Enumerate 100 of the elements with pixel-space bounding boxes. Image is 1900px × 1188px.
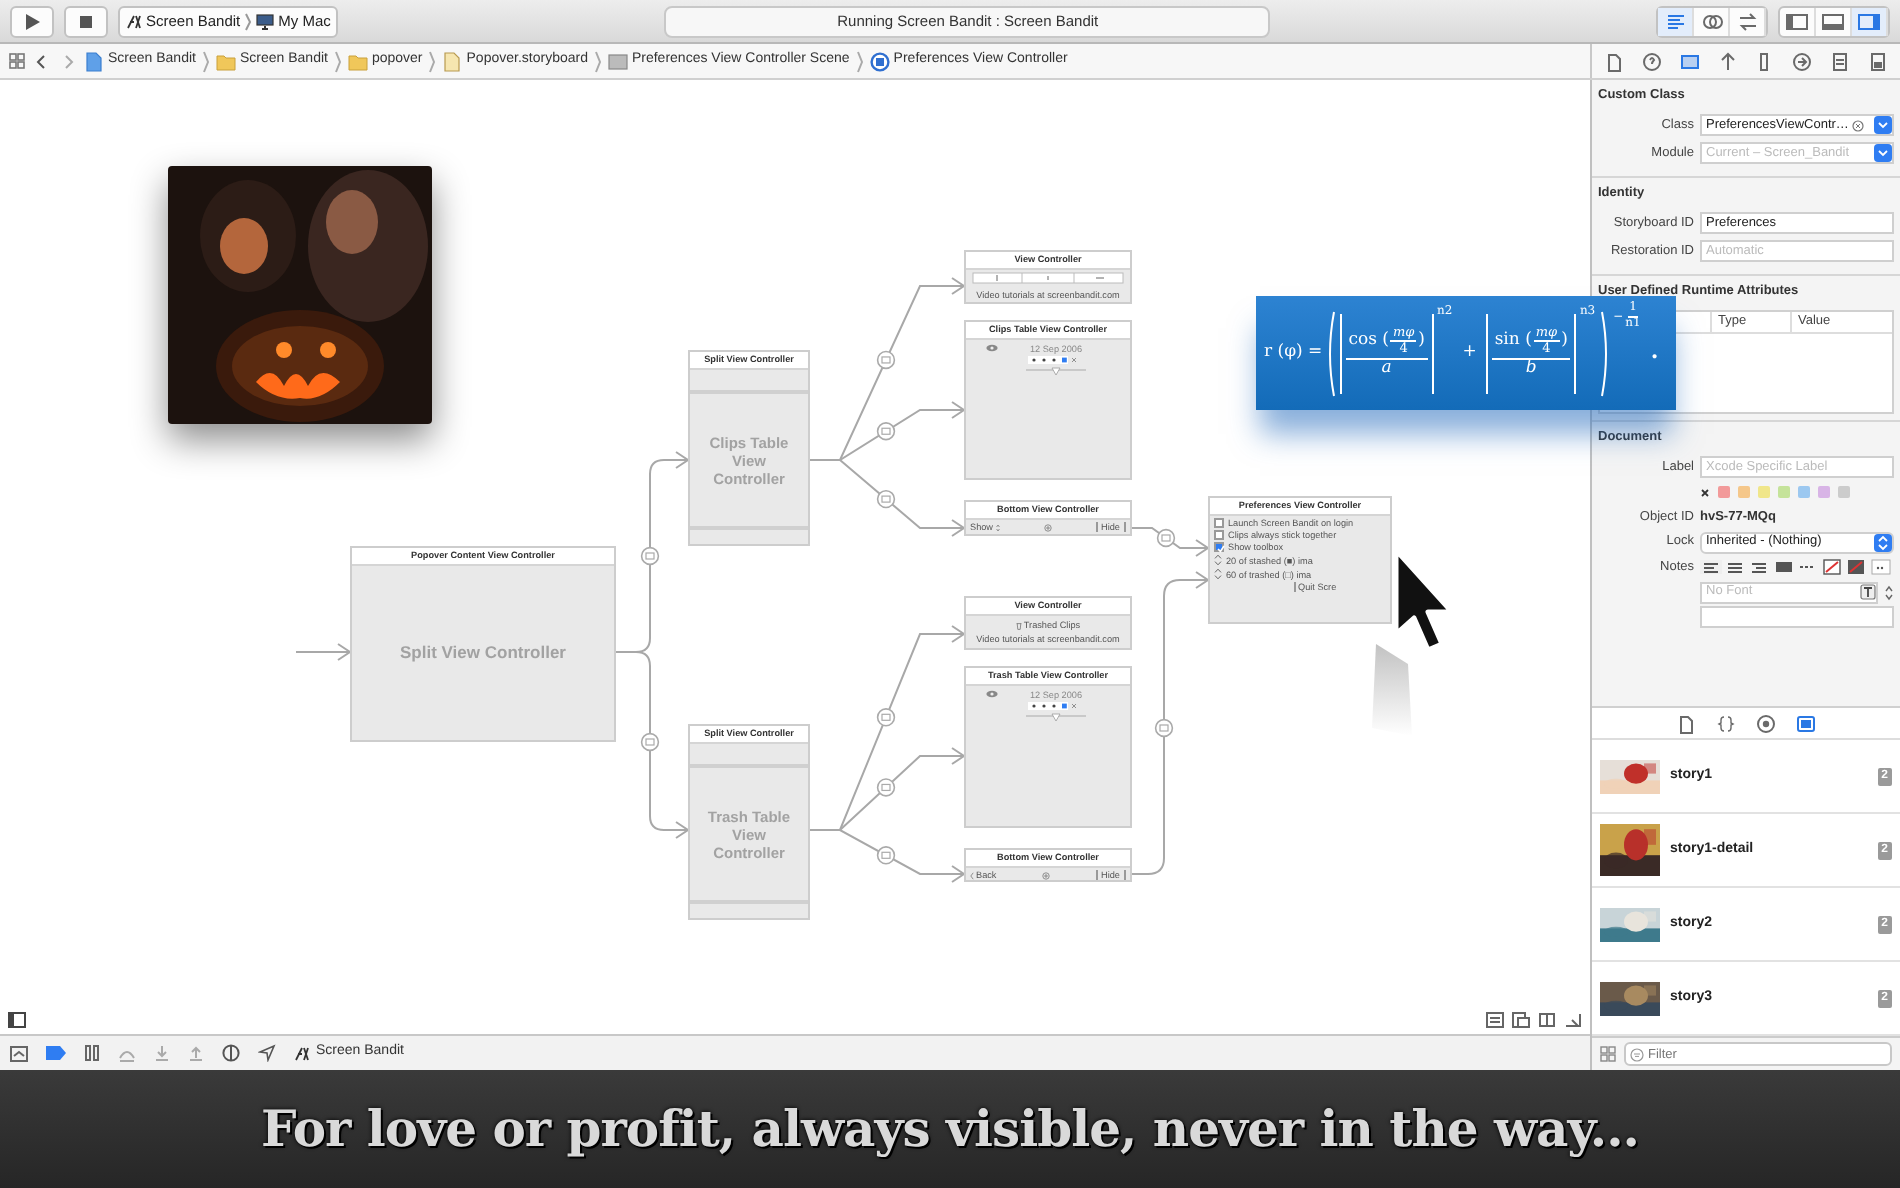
- segue-icon[interactable]: [876, 708, 896, 727]
- segue-icon[interactable]: [640, 732, 660, 752]
- formula-text: r (φ) =: [1264, 340, 1323, 366]
- utilities-toggle-icon[interactable]: [1856, 9, 1882, 33]
- view-controller-icon: [869, 51, 890, 71]
- plus-icon[interactable]: [1041, 871, 1050, 880]
- checkbox[interactable]: [1214, 518, 1224, 529]
- segue-icon[interactable]: [876, 846, 896, 865]
- segue-icon[interactable]: [876, 422, 896, 441]
- standard-editor-icon[interactable]: [1663, 9, 1687, 33]
- console-toggle-icon[interactable]: [10, 1045, 28, 1061]
- color-swatch[interactable]: [1718, 486, 1730, 498]
- embed-icon[interactable]: [1512, 1012, 1530, 1028]
- stepper-icon[interactable]: [1214, 568, 1222, 581]
- segue-icon[interactable]: [876, 350, 896, 370]
- segue-icon[interactable]: [1156, 528, 1176, 548]
- scene-label: Split View Controller: [398, 642, 568, 664]
- function-text: sin (: [1494, 332, 1532, 351]
- debug-area-toggle-icon[interactable]: [1820, 9, 1846, 33]
- view-debugger-icon[interactable]: [222, 1044, 240, 1062]
- color-swatch[interactable]: [1838, 486, 1850, 498]
- chevron-icon: [244, 11, 253, 31]
- stepper-icon[interactable]: [1214, 554, 1222, 567]
- color-swatch[interactable]: [1818, 486, 1830, 498]
- project-file-icon: [84, 51, 104, 71]
- clear-icon[interactable]: [1852, 119, 1865, 131]
- fraction-denominator: a: [1381, 360, 1392, 380]
- segue-arrow: [1131, 527, 1210, 557]
- run-button[interactable]: [10, 5, 54, 37]
- chevron-icon: [201, 49, 210, 73]
- grid-icon[interactable]: [1600, 1046, 1616, 1062]
- chevron-icon: [428, 49, 437, 73]
- segue-icon[interactable]: [640, 546, 660, 566]
- dropdown-icon[interactable]: [1874, 116, 1892, 134]
- navigator-toggle-icon[interactable]: [1784, 9, 1810, 33]
- eye-icon: [986, 690, 998, 698]
- trash-icon: [1015, 621, 1022, 630]
- slider-icon[interactable]: [1026, 712, 1086, 723]
- checkbox[interactable]: [1214, 530, 1224, 541]
- operator: +: [1462, 340, 1477, 366]
- checkbox[interactable]: [1214, 542, 1224, 553]
- stepper-icon[interactable]: [1884, 583, 1894, 601]
- play-icon: [22, 11, 42, 31]
- chevron-icon: [855, 49, 864, 73]
- dropdown-icon[interactable]: [1874, 144, 1892, 162]
- color-swatch[interactable]: [1758, 486, 1770, 498]
- parenthesis: [1599, 309, 1610, 397]
- file-icon[interactable]: [1676, 713, 1696, 733]
- folder-icon: [215, 51, 236, 71]
- identity-icon[interactable]: [1679, 51, 1700, 71]
- connections-icon[interactable]: [1792, 51, 1813, 71]
- plus-icon[interactable]: [1043, 523, 1052, 532]
- segue-arrow: [295, 643, 352, 661]
- step-over-icon[interactable]: [118, 1045, 136, 1061]
- location-icon[interactable]: [258, 1044, 276, 1062]
- step-in-icon[interactable]: [154, 1044, 170, 1062]
- effects-icon[interactable]: [1867, 51, 1888, 71]
- stop-button[interactable]: [64, 5, 108, 37]
- folder-icon: [347, 51, 368, 71]
- media-icon[interactable]: [1796, 713, 1816, 733]
- format-toolbar-drawing[interactable]: [1700, 558, 1892, 576]
- text-field[interactable]: [1700, 606, 1894, 628]
- breakpoint-icon[interactable]: [46, 1046, 66, 1060]
- assistant-editor-icon[interactable]: [1699, 9, 1723, 33]
- eye-icon: [986, 344, 998, 352]
- stop-icon: [76, 11, 96, 31]
- chevron-icon: [333, 49, 342, 73]
- color-swatch[interactable]: [1738, 486, 1750, 498]
- bindings-icon[interactable]: [1829, 51, 1850, 71]
- grid-icon[interactable]: [8, 52, 26, 70]
- stepper-icon[interactable]: [1874, 533, 1892, 551]
- resize-icon[interactable]: [1564, 1012, 1582, 1028]
- braces-icon[interactable]: [1716, 713, 1736, 733]
- chevron-icon: [593, 49, 602, 73]
- version-editor-icon[interactable]: [1735, 9, 1759, 33]
- color-swatch[interactable]: [1778, 486, 1790, 498]
- target-icon[interactable]: [1756, 713, 1776, 733]
- function-text: cos (: [1348, 332, 1389, 351]
- file-icon[interactable]: [1604, 51, 1625, 71]
- pin-icon[interactable]: [1538, 1012, 1556, 1028]
- segue-icon[interactable]: [876, 778, 896, 797]
- fit-icon[interactable]: [1486, 1012, 1504, 1028]
- font-icon[interactable]: [1860, 584, 1876, 600]
- step-out-icon[interactable]: [188, 1044, 204, 1062]
- pause-icon[interactable]: [84, 1044, 100, 1062]
- segue-icon[interactable]: [876, 489, 896, 509]
- sidebar-toggle-icon[interactable]: [8, 1012, 26, 1028]
- filter-icon: [1630, 1047, 1644, 1061]
- parenthesis: [1326, 309, 1337, 397]
- period: .: [1650, 336, 1659, 369]
- attributes-icon[interactable]: [1717, 51, 1738, 71]
- function-text: ): [1561, 332, 1568, 351]
- color-swatch[interactable]: [1798, 486, 1810, 498]
- clear-label-icon[interactable]: [1700, 487, 1710, 497]
- segue-icon[interactable]: [1154, 718, 1174, 738]
- scene-icon: [607, 51, 628, 71]
- help-icon[interactable]: [1642, 51, 1663, 71]
- monitor-icon: [256, 13, 275, 29]
- slider-icon[interactable]: [1026, 366, 1086, 377]
- app-icon: [294, 1045, 310, 1061]
